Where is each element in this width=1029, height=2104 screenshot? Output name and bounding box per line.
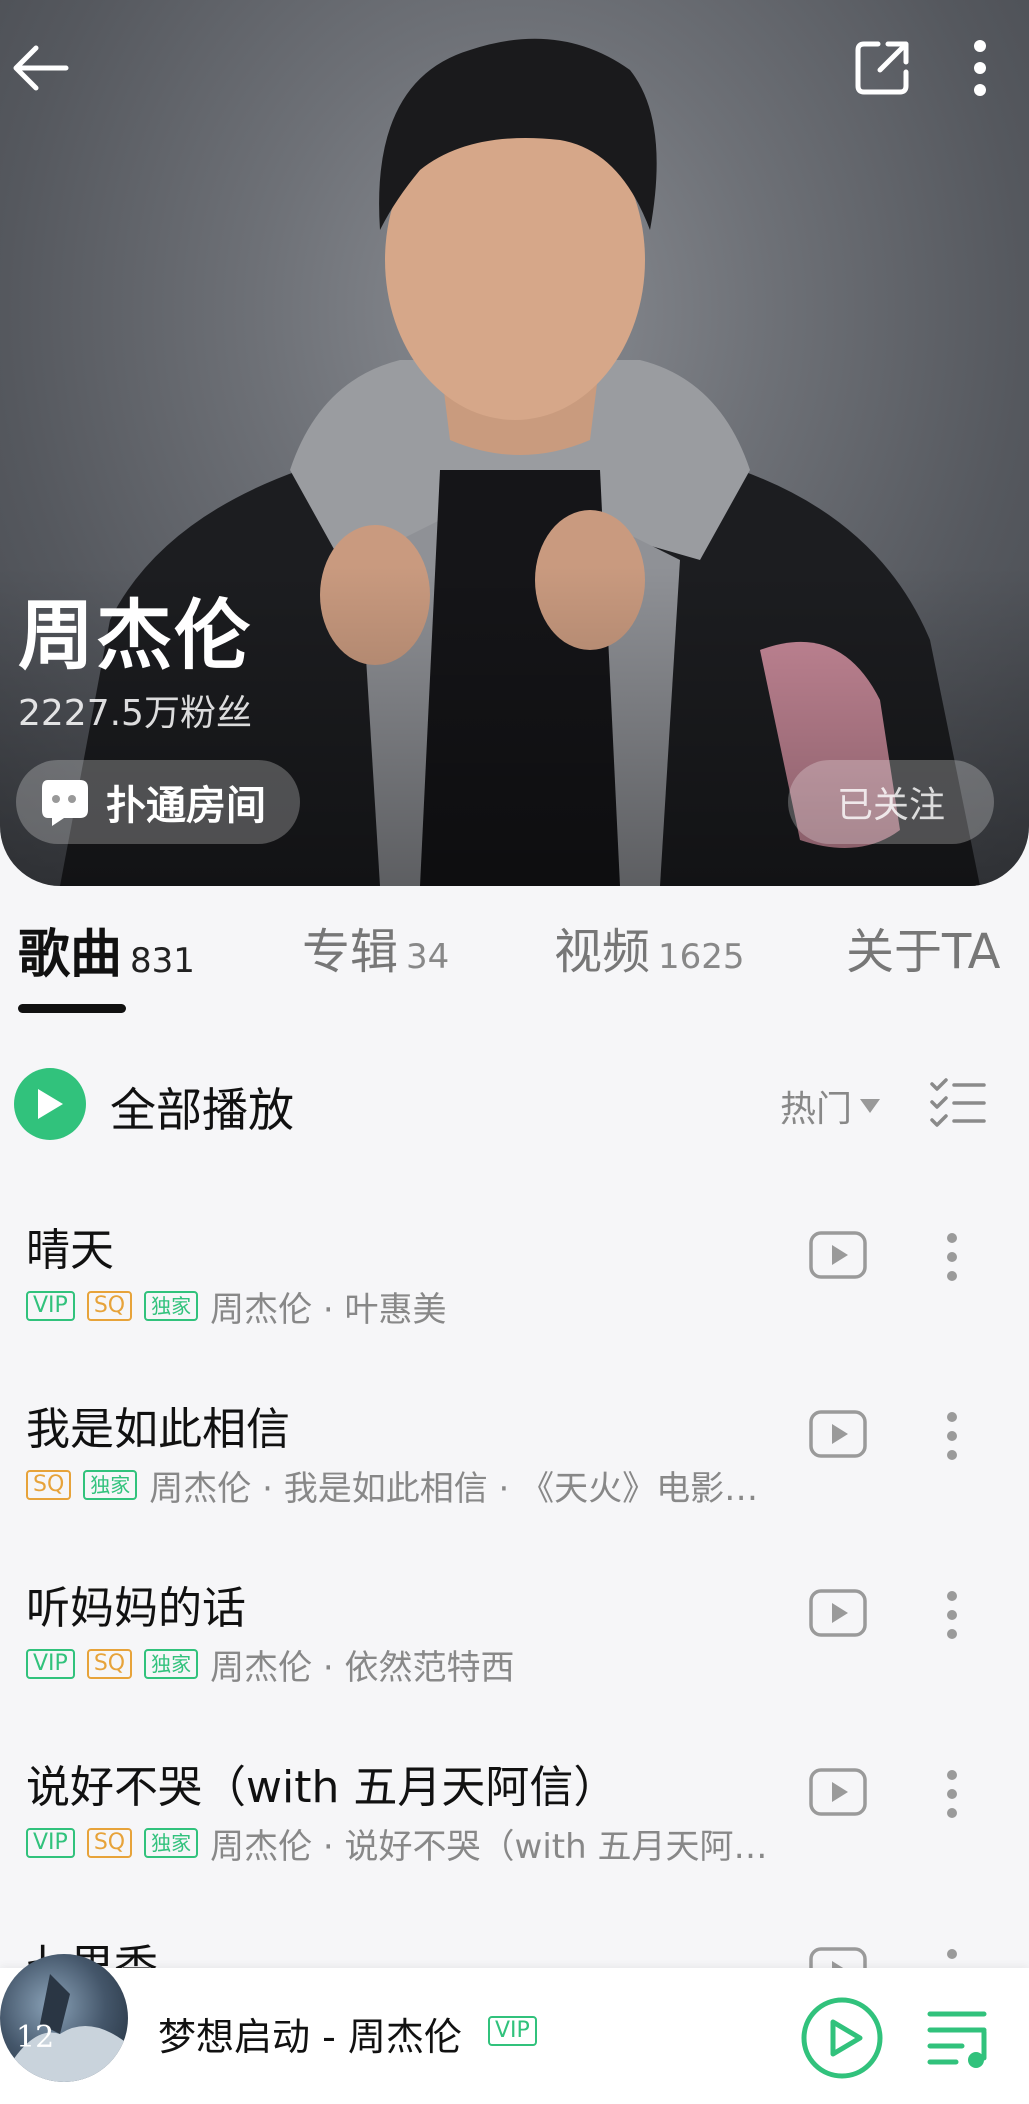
artist-page: 周杰伦 2227.5万粉丝 扑通房间 已关注 歌曲 831 专辑 34 视频 1… — [0, 0, 1029, 2104]
tab-label: 视频 — [554, 924, 651, 980]
song-row[interactable]: 说好不哭（with 五月天阿信） VIP SQ 独家 周杰伦 · 说好不哭（with 五… — [0, 1717, 1029, 1896]
tab-active-indicator — [18, 1004, 126, 1013]
song-more-icon[interactable] — [932, 1769, 972, 1819]
play-all-row: 全部播放 热门 — [0, 1058, 1029, 1148]
song-more-icon[interactable] — [932, 1411, 972, 1461]
quality-badge: VIP — [26, 1649, 75, 1679]
song-meta: VIP SQ 独家 周杰伦 · 依然范特西 — [26, 1640, 806, 1688]
room-label: 扑通房间 — [106, 783, 266, 829]
tab-label: 歌曲 — [18, 925, 123, 985]
play-all-label[interactable]: 全部播放 — [110, 1074, 294, 1140]
more-options-button[interactable] — [940, 28, 1020, 108]
quality-badge: 独家 — [144, 1291, 199, 1321]
quality-badge: SQ — [86, 1828, 133, 1858]
mv-play-icon[interactable] — [808, 1409, 868, 1459]
song-title: 听妈妈的话 — [26, 1583, 246, 1634]
song-artist-album: 周杰伦 · 我是如此相信 · 《天火》电影… — [149, 1468, 759, 1509]
tab-bar: 歌曲 831 专辑 34 视频 1625 关于TA — [0, 912, 1029, 1022]
song-row[interactable]: 听妈妈的话 VIP SQ 独家 周杰伦 · 依然范特西 — [0, 1538, 1029, 1717]
song-more-icon[interactable] — [932, 1232, 972, 1282]
song-meta: SQ 独家 周杰伦 · 我是如此相信 · 《天火》电影… — [26, 1461, 806, 1509]
artist-name: 周杰伦 — [18, 591, 252, 680]
quality-badge: VIP — [26, 1828, 75, 1858]
more-vertical-icon — [974, 40, 986, 96]
song-title: 我是如此相信 — [26, 1404, 290, 1455]
sort-dropdown[interactable]: 热门 — [780, 1080, 881, 1132]
mv-play-icon[interactable] — [808, 1230, 868, 1280]
tab-count: 1625 — [658, 937, 745, 977]
cover-art — [0, 1974, 128, 2082]
quality-badge: SQ — [26, 1470, 72, 1500]
song-row[interactable]: 晴天 VIP SQ 独家 周杰伦 · 叶惠美 — [0, 1180, 1029, 1359]
tab-count: 34 — [406, 937, 450, 977]
song-meta: VIP SQ 独家 周杰伦 · 叶惠美 — [26, 1282, 806, 1330]
tab-count: 831 — [130, 941, 195, 981]
back-arrow-icon — [13, 45, 69, 91]
quality-badge: SQ — [86, 1291, 133, 1321]
tab-label: 专辑 — [302, 924, 399, 980]
tab-albums[interactable]: 专辑 34 — [302, 912, 449, 992]
now-playing-cover[interactable]: 12 — [0, 1954, 128, 2082]
song-title: 晴天 — [26, 1225, 114, 1276]
song-title: 说好不哭（with 五月天阿信） — [26, 1762, 618, 1813]
share-button[interactable] — [842, 28, 922, 108]
cover-text: 12 — [16, 2020, 55, 2055]
play-icon — [38, 1089, 63, 1119]
room-button[interactable]: 扑通房间 — [16, 760, 300, 844]
multi-select-list-icon[interactable] — [928, 1072, 988, 1132]
tab-label: 关于TA — [846, 924, 1001, 980]
mv-play-icon[interactable] — [808, 1767, 868, 1817]
quality-badge: 独家 — [83, 1470, 138, 1500]
song-artist-album: 周杰伦 · 叶惠美 — [210, 1289, 447, 1330]
sort-label: 热门 — [780, 1089, 853, 1130]
share-icon — [855, 41, 909, 95]
now-playing-title[interactable]: 梦想启动 - 周杰伦 — [158, 2006, 462, 2061]
now-playing-vip-badge: VIP — [488, 2016, 537, 2046]
tab-songs[interactable]: 歌曲 831 — [18, 912, 195, 992]
playlist-queue-icon[interactable] — [926, 2006, 996, 2070]
mv-play-icon[interactable] — [808, 1588, 868, 1638]
quality-badge: VIP — [26, 1291, 75, 1321]
mini-play-button[interactable] — [800, 1996, 884, 2080]
song-row[interactable]: 我是如此相信 SQ 独家 周杰伦 · 我是如此相信 · 《天火》电影… — [0, 1359, 1029, 1538]
room-chat-icon — [42, 780, 88, 826]
caret-down-icon — [860, 1099, 881, 1113]
fan-count: 2227.5万粉丝 — [18, 693, 252, 734]
quality-badge: SQ — [86, 1649, 133, 1679]
follow-button[interactable]: 已关注 — [788, 760, 994, 844]
artist-hero: 周杰伦 2227.5万粉丝 扑通房间 已关注 — [0, 0, 1029, 886]
quality-badge: 独家 — [144, 1828, 199, 1858]
song-artist-album: 周杰伦 · 说好不哭（with 五月天阿… — [210, 1826, 768, 1867]
song-meta: VIP SQ 独家 周杰伦 · 说好不哭（with 五月天阿… — [26, 1819, 806, 1867]
tab-videos[interactable]: 视频 1625 — [554, 912, 745, 992]
song-artist-album: 周杰伦 · 依然范特西 — [210, 1647, 515, 1688]
tab-about[interactable]: 关于TA — [846, 912, 1000, 992]
play-all-button[interactable] — [14, 1068, 86, 1140]
quality-badge: 独家 — [144, 1649, 199, 1679]
song-more-icon[interactable] — [932, 1590, 972, 1640]
back-button[interactable] — [0, 28, 80, 108]
